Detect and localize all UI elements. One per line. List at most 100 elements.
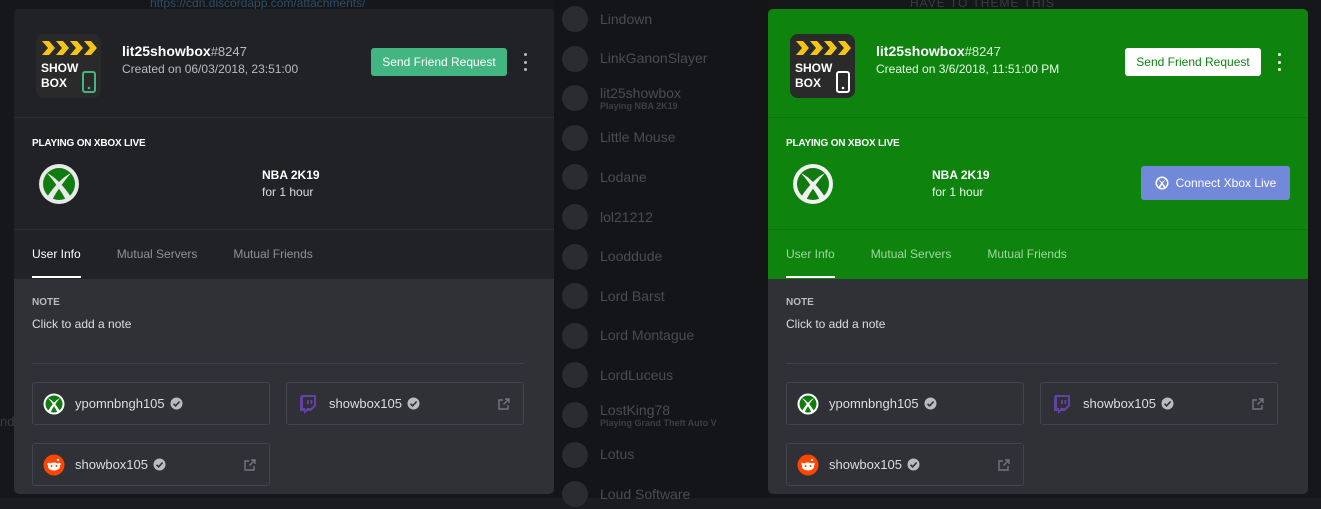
verified-icon <box>153 458 166 471</box>
account-name: ypomnbngh105 <box>829 396 919 411</box>
verified-icon <box>924 397 937 410</box>
note-input[interactable]: Click to add a note <box>32 317 131 331</box>
connect-button-label: Connect Xbox Live <box>1176 176 1277 190</box>
activity-header: PLAYING ON XBOX LIVE <box>786 138 899 149</box>
xbox-icon <box>1155 176 1169 190</box>
tab-mutual-servers[interactable]: Mutual Servers <box>871 247 952 261</box>
member-list-item[interactable]: LordLuceus <box>562 360 673 390</box>
member-list-item[interactable]: Lindown <box>562 4 652 34</box>
member-list-item[interactable]: Looddude <box>562 242 662 272</box>
play-duration: for 1 hour <box>262 185 313 199</box>
reddit-icon <box>797 454 819 476</box>
member-avatar <box>562 323 588 349</box>
connected-account-twitch: showbox105 <box>1040 382 1278 425</box>
send-friend-request-button[interactable]: Send Friend Request <box>1125 48 1261 76</box>
member-name: lol21212 <box>600 210 653 225</box>
member-avatar <box>562 6 588 32</box>
member-list-item[interactable]: Lotus <box>562 440 634 470</box>
svg-text:BOX: BOX <box>41 76 67 90</box>
tab-mutual-servers[interactable]: Mutual Servers <box>117 247 198 261</box>
member-list-item[interactable]: Loud Software <box>562 479 690 509</box>
profile-header: SHOW BOX lit25showbox#8247 Created on 06… <box>14 9 554 117</box>
connect-xbox-live-button[interactable]: Connect Xbox Live <box>1141 166 1290 200</box>
send-friend-request-button[interactable]: Send Friend Request <box>371 48 507 76</box>
account-name: showbox105 <box>829 457 902 472</box>
divider <box>32 363 524 364</box>
connected-account-reddit: showbox105 <box>786 443 1024 486</box>
connected-account-twitch: showbox105 <box>286 382 524 425</box>
external-link-icon[interactable] <box>1251 397 1265 411</box>
showbox-avatar[interactable]: SHOW BOX <box>790 34 855 98</box>
twitch-icon <box>297 393 319 415</box>
svg-text:SHOW: SHOW <box>795 61 833 75</box>
user-profile-modal-default: SHOW BOX lit25showbox#8247 Created on 06… <box>14 9 554 494</box>
created-date: Created on 06/03/2018, 23:51:00 <box>122 62 298 76</box>
tab-mutual-friends[interactable]: Mutual Friends <box>987 247 1066 261</box>
background-text-fragment: nd <box>0 414 14 429</box>
member-avatar <box>562 442 588 468</box>
twitch-icon <box>1051 393 1073 415</box>
verified-icon <box>1161 397 1174 410</box>
external-link-icon[interactable] <box>497 397 511 411</box>
member-name: Loud Software <box>600 487 690 502</box>
account-name: showbox105 <box>75 457 148 472</box>
member-avatar <box>562 402 588 428</box>
account-name: showbox105 <box>329 396 402 411</box>
profile-header: SHOW BOX lit25showbox#8247 Created on 3/… <box>768 9 1308 117</box>
member-avatar <box>562 244 588 270</box>
note-label: NOTE <box>786 297 814 308</box>
member-list-item[interactable]: Lord Montague <box>562 321 694 351</box>
member-list-item[interactable]: Lodane <box>562 162 647 192</box>
connected-account-xbox: ypomnbngh105 <box>786 382 1024 425</box>
member-name: LordLuceus <box>600 368 673 383</box>
tab-user-info[interactable]: User Info <box>786 247 835 261</box>
profile-tabs: User Info Mutual Servers Mutual Friends <box>14 229 554 279</box>
discriminator: #8247 <box>211 44 247 59</box>
member-list-item[interactable]: lol21212 <box>562 202 653 232</box>
member-activity: Playing NBA 2K19 <box>600 101 681 111</box>
account-name: ypomnbngh105 <box>75 396 165 411</box>
member-name: LostKing78 <box>600 403 717 418</box>
member-avatar <box>562 481 588 507</box>
member-name: Lodane <box>600 170 647 185</box>
member-list-item[interactable]: lit25showboxPlaying NBA 2K19 <box>562 83 681 113</box>
username: lit25showbox#8247 <box>122 43 247 59</box>
note-label: NOTE <box>32 297 60 308</box>
svg-text:BOX: BOX <box>795 76 821 90</box>
user-profile-modal-xbox-themed: SHOW BOX lit25showbox#8247 Created on 3/… <box>768 9 1308 494</box>
member-list-item[interactable]: Lord Barst <box>562 281 665 311</box>
member-avatar <box>562 283 588 309</box>
tab-user-info[interactable]: User Info <box>32 247 81 261</box>
more-options-icon[interactable] <box>1276 53 1282 71</box>
showbox-avatar[interactable]: SHOW BOX <box>36 34 101 98</box>
member-name: Lindown <box>600 12 652 27</box>
activity-header: PLAYING ON XBOX LIVE <box>32 138 145 149</box>
member-list-item[interactable]: LinkGanonSlayer <box>562 44 707 74</box>
tab-mutual-friends[interactable]: Mutual Friends <box>233 247 312 261</box>
external-link-icon[interactable] <box>243 458 257 472</box>
member-avatar <box>562 125 588 151</box>
member-list-item[interactable]: LostKing78Playing Grand Theft Auto V <box>562 400 717 430</box>
member-avatar <box>562 46 588 72</box>
xbox-logo-icon <box>792 163 834 205</box>
note-input[interactable]: Click to add a note <box>786 317 885 331</box>
member-name: Lotus <box>600 447 634 462</box>
profile-tabs: User Info Mutual Servers Mutual Friends <box>768 229 1308 279</box>
external-link-icon[interactable] <box>997 458 1011 472</box>
member-name: Lord Montague <box>600 328 694 343</box>
member-name: Looddude <box>600 249 662 264</box>
account-name: showbox105 <box>1083 396 1156 411</box>
game-name: NBA 2K19 <box>932 168 990 182</box>
verified-icon <box>907 458 920 471</box>
member-name: lit25showbox <box>600 86 681 101</box>
svg-text:SHOW: SHOW <box>41 61 79 75</box>
more-options-icon[interactable] <box>522 53 528 71</box>
member-name: Lord Barst <box>600 289 665 304</box>
activity-section: PLAYING ON XBOX LIVE NBA 2K19 for 1 hour <box>14 117 554 229</box>
xbox-icon <box>797 393 819 415</box>
discriminator: #8247 <box>965 44 1001 59</box>
member-avatar <box>562 362 588 388</box>
member-activity: Playing Grand Theft Auto V <box>600 418 717 428</box>
member-avatar <box>562 204 588 230</box>
member-list-item[interactable]: Little Mouse <box>562 123 675 153</box>
